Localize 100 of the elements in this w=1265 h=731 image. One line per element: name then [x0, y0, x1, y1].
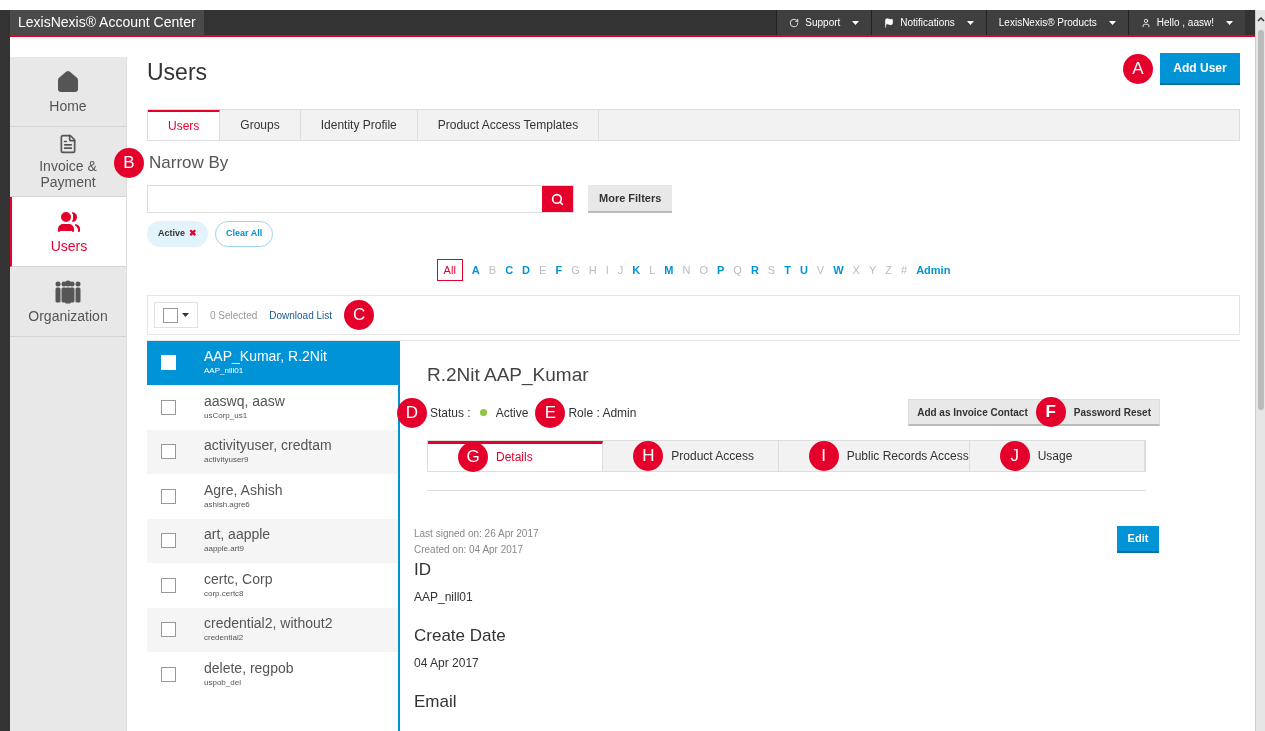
callout-marker: J [999, 440, 1030, 471]
checkbox[interactable] [161, 666, 176, 682]
top-menu[interactable]: LexisNexis® Products [985, 10, 1128, 35]
alphabet-filter[interactable]: U [799, 259, 808, 281]
checkbox[interactable] [163, 307, 178, 323]
checkbox[interactable] [161, 622, 176, 638]
user-row[interactable]: activityuser, credtam activityuser9 [147, 430, 398, 475]
scroll-up-icon[interactable] [1256, 16, 1265, 22]
caret-icon [966, 20, 974, 25]
alphabet-filter[interactable]: J [617, 259, 624, 281]
alphabet-filter[interactable]: G [571, 259, 580, 281]
user-row[interactable]: credential2, without2 credential2 [147, 608, 398, 653]
user-id: activityuser9 [204, 454, 250, 467]
meta-text: Created on: 04 Apr 2017 [414, 542, 524, 557]
alphabet-filter[interactable]: F [555, 259, 563, 281]
detail-tab[interactable]: I Public Records Access [778, 440, 970, 471]
user-name: art, aapple [204, 526, 271, 544]
edit-button[interactable]: Edit [1117, 525, 1159, 553]
sidebar-item[interactable]: Users [10, 197, 126, 267]
alphabet-filter[interactable]: Z [885, 259, 892, 281]
detail-tab[interactable]: G Details [428, 440, 604, 471]
alphabet-filter[interactable]: P [716, 259, 725, 281]
user-name: AAP_Kumar, R.2Nit [204, 348, 327, 366]
remove-icon[interactable]: ✖ [189, 227, 197, 241]
scrollbar[interactable] [1255, 10, 1265, 731]
callout-marker: C [344, 300, 375, 330]
alphabet-filter[interactable]: All [436, 259, 463, 281]
alphabet-filter[interactable]: E [539, 259, 547, 281]
status-value: Active [495, 404, 529, 422]
field-value: 04 Apr 2017 [414, 654, 480, 672]
action-button[interactable]: Add as Invoice Contact [909, 400, 1036, 424]
search-field[interactable] [147, 185, 574, 213]
top-menu[interactable]: Notifications [871, 10, 986, 35]
search-button[interactable] [542, 186, 573, 212]
detail-tab[interactable]: H Product Access [603, 440, 779, 471]
callout-marker: A [1123, 54, 1153, 84]
top-menu[interactable]: Hello , aasw! [1127, 10, 1245, 35]
user-row[interactable]: art, aapple aapple.art9 [147, 519, 398, 564]
alphabet-filter[interactable]: C [505, 259, 514, 281]
field-label: Create Date [414, 624, 507, 647]
top-menu[interactable]: Support [776, 10, 872, 35]
meta-text: Last signed on: 26 Apr 2017 [414, 526, 539, 541]
field-label: ID [414, 558, 432, 581]
checkbox[interactable] [161, 577, 176, 593]
user-icon [1140, 17, 1151, 28]
user-name: certc, Corp [204, 570, 273, 588]
alphabet-filter[interactable]: Admin [916, 259, 951, 281]
sidebar-item[interactable]: Organization [10, 267, 126, 337]
alphabet-filter[interactable]: T [784, 259, 791, 281]
role-label: Role : Admin [568, 404, 637, 422]
alphabet-filter[interactable]: Q [733, 259, 742, 281]
checkbox[interactable] [161, 444, 176, 460]
alphabet-filter[interactable]: X [852, 259, 860, 281]
user-row[interactable]: AAP_Kumar, R.2Nit AAP_nill01 [147, 341, 398, 386]
add-user-button[interactable]: Add User [1160, 53, 1240, 85]
select-all-dropdown[interactable] [154, 302, 198, 328]
alphabet-filter[interactable]: S [767, 259, 776, 281]
callout-marker: G [458, 442, 488, 472]
search-icon [551, 192, 564, 206]
detail-tab[interactable]: J Usage [969, 440, 1145, 471]
callout-marker: B [114, 148, 144, 178]
alphabet-filter[interactable]: Y [868, 259, 877, 281]
callout-marker: I [808, 440, 839, 471]
flag-icon [884, 17, 895, 28]
filter-chip[interactable]: Active ✖ [147, 221, 208, 247]
alphabet-filter[interactable]: M [664, 259, 674, 281]
checkbox[interactable] [161, 399, 176, 415]
user-name: credential2, without2 [204, 615, 333, 633]
app-title: LexisNexis® Account Center [10, 10, 204, 35]
user-id: AAP_nill01 [204, 365, 245, 378]
sidebar-item[interactable]: Home [10, 57, 126, 127]
user-id: credential2 [204, 632, 245, 645]
alphabet-filter[interactable]: A [471, 259, 480, 281]
alphabet-filter[interactable]: R [750, 259, 759, 281]
action-button[interactable]: Password Reset [1065, 400, 1159, 424]
checkbox[interactable] [161, 488, 176, 504]
user-name: Agre, Ashish [204, 481, 283, 499]
scrollbar-thumb[interactable] [1257, 30, 1264, 410]
alphabet-filter[interactable]: # [901, 259, 908, 281]
user-name: aaswq, aasw [204, 392, 285, 410]
alphabet-filter[interactable]: O [699, 259, 708, 281]
alphabet-filter[interactable]: H [588, 259, 597, 281]
alphabet-filter[interactable]: I [605, 259, 609, 281]
more-filters-button[interactable]: More Filters [588, 185, 673, 213]
tab[interactable]: Product Access Templates [417, 110, 600, 140]
checkbox[interactable] [161, 533, 176, 549]
tab[interactable]: Users [148, 110, 221, 140]
alphabet-filter[interactable]: V [816, 259, 825, 281]
alphabet-filter[interactable]: B [488, 259, 497, 281]
selected-count: 0 Selected [210, 308, 258, 323]
tab[interactable]: Identity Profile [300, 110, 418, 140]
alphabet-filter[interactable]: N [682, 259, 691, 281]
tab[interactable]: Groups [220, 110, 301, 140]
caret-icon [1226, 20, 1233, 25]
user-name: delete, regpob [204, 659, 294, 677]
alphabet-filter[interactable]: L [649, 259, 656, 281]
download-list-link[interactable]: Download List [269, 307, 333, 323]
alphabet-filter[interactable]: D [522, 259, 531, 281]
alphabet-filter[interactable]: W [833, 259, 844, 281]
alphabet-filter[interactable]: K [632, 259, 641, 281]
